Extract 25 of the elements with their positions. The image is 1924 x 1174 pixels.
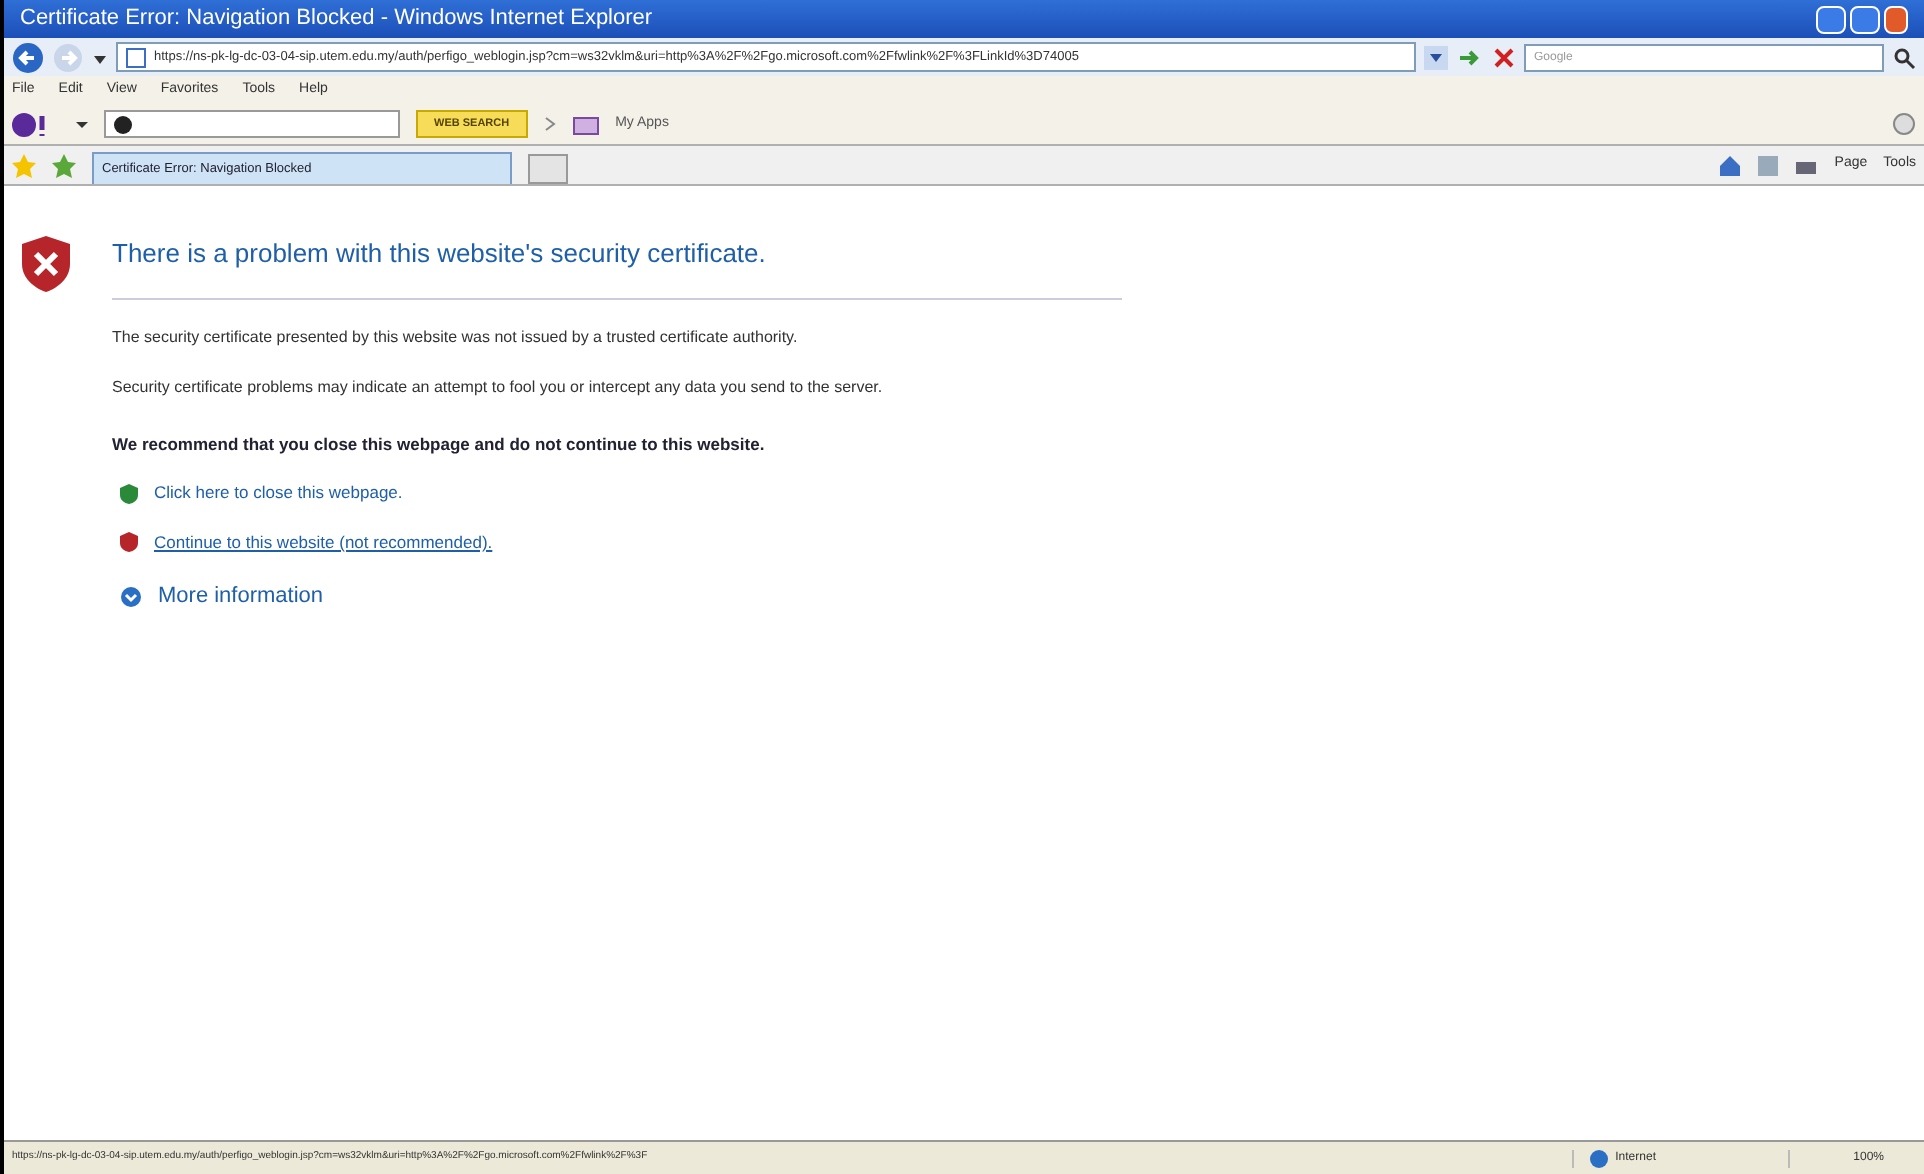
- home-icon[interactable]: [1718, 154, 1743, 176]
- toolbar-search-field[interactable]: [104, 110, 400, 138]
- close-page-link[interactable]: Click here to close this webpage.: [154, 480, 403, 506]
- star-icon[interactable]: [12, 153, 36, 177]
- continue-link[interactable]: Continue to this website (not recommended).: [154, 530, 493, 556]
- back-icon[interactable]: [12, 41, 44, 73]
- expand-icon[interactable]: [120, 585, 142, 607]
- more-information-link[interactable]: More information: [158, 579, 324, 613]
- dropdown-icon[interactable]: [1424, 45, 1448, 69]
- shield-icon: [120, 483, 138, 504]
- description-text: The security certificate presented by this website was not issued by a trusted certificate authority.: [112, 325, 800, 349]
- shield-error-icon: [20, 234, 72, 294]
- minimize-button[interactable]: [1816, 5, 1846, 33]
- shield-icon: [120, 532, 138, 553]
- recommendation-text: We recommend that you close this webpage and do not continue to this website.: [112, 431, 767, 457]
- page-icon: [126, 47, 146, 67]
- star-plus-icon[interactable]: [52, 153, 76, 177]
- description-text: Security certificate problems may indicate an attempt to fool you or intercept any data you send to the server.: [112, 375, 885, 399]
- globe-icon: [1589, 1149, 1608, 1167]
- window-title: Certificate Error: Navigation Blocked - Windows Internet Explorer: [20, 4, 653, 35]
- restore-button[interactable]: [1850, 5, 1880, 33]
- close-button[interactable]: [1884, 5, 1908, 33]
- error-heading: There is a problem with this website's security certificate.: [112, 226, 1122, 299]
- close-icon[interactable]: [1492, 45, 1516, 69]
- caret-icon[interactable]: [76, 118, 88, 130]
